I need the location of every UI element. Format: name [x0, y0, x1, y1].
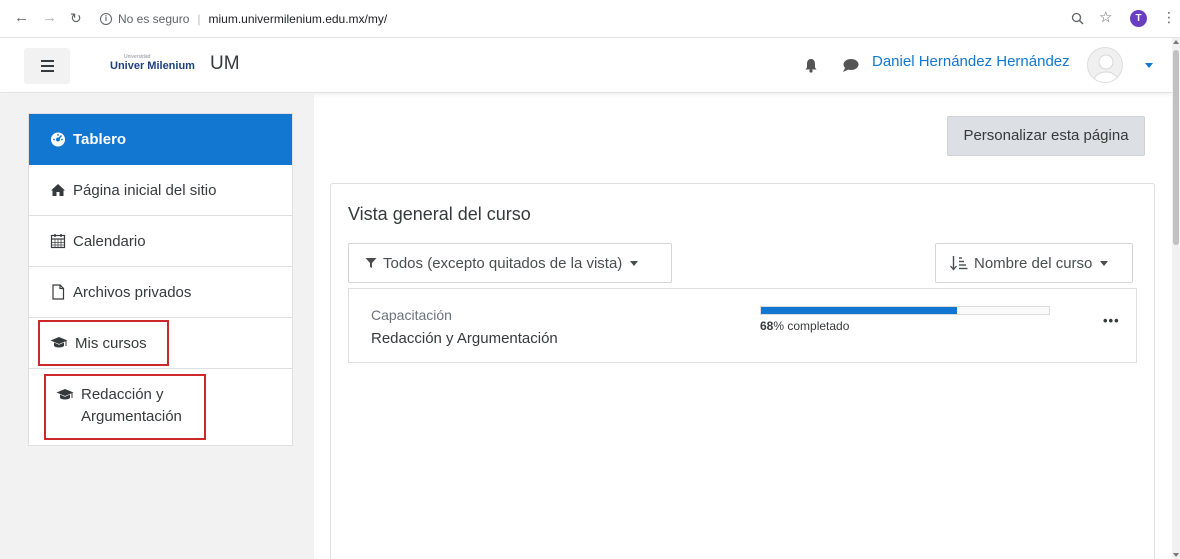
chevron-down-icon [1100, 260, 1109, 266]
drawer-item-private-files[interactable]: Archivos privados [29, 267, 292, 318]
hamburger-bar [41, 65, 54, 67]
dashboard-icon [51, 132, 65, 147]
user-avatar[interactable] [1087, 47, 1123, 83]
home-icon [51, 184, 65, 196]
browser-profile-avatar[interactable]: T [1130, 10, 1147, 27]
scroll-down-icon[interactable] [1173, 553, 1179, 557]
highlight-box [38, 320, 169, 366]
chevron-down-icon [630, 260, 639, 266]
scroll-up-icon[interactable] [1173, 40, 1179, 44]
address-separator: | [197, 12, 201, 26]
course-overview-title: Vista general del curso [348, 204, 531, 224]
hamburger-bar [41, 70, 54, 72]
user-menu-caret-icon[interactable] [1145, 63, 1153, 68]
filter-label: Todos (excepto quitados de la vista) [383, 254, 623, 272]
drawer-item-home[interactable]: Página inicial del sitio [29, 165, 292, 216]
grouping-filter-dropdown[interactable]: Todos (excepto quitados de la vista) [348, 243, 672, 283]
customize-page-button[interactable]: Personalizar esta página [947, 116, 1145, 156]
course-category: Capacitación [371, 307, 452, 323]
calendar-icon [50, 234, 66, 249]
filter-icon [365, 258, 377, 268]
info-icon[interactable]: i [100, 13, 112, 25]
drawer-item-calendar[interactable]: Calendario [29, 216, 292, 267]
address-bar[interactable]: i No es seguro | mium.univermilenium.edu… [100, 8, 387, 30]
drawer-item-label: Página inicial del sitio [73, 181, 217, 199]
drawer-toggle-button[interactable] [24, 48, 70, 84]
drawer-item-label: Tablero [73, 130, 127, 148]
url-text: mium.univermilenium.edu.mx/my/ [208, 12, 388, 26]
course-progress-text: 68% completado [760, 319, 849, 333]
course-name-link[interactable]: Redacción y Argumentación [371, 330, 558, 347]
site-logo[interactable]: Universidad Univer Milenium [110, 54, 198, 76]
file-icon [52, 284, 65, 300]
hamburger-bar [41, 60, 54, 62]
highlight-box [44, 374, 206, 440]
drawer-item-dashboard[interactable]: Tablero [29, 114, 292, 165]
user-name[interactable]: Daniel Hernández Hernández [872, 53, 1070, 70]
sort-dropdown[interactable]: Nombre del curso [935, 243, 1133, 283]
more-actions-icon[interactable]: ••• [1103, 314, 1120, 327]
security-label: No es seguro [118, 12, 190, 26]
drawer-item-label: Archivos privados [73, 283, 192, 301]
sort-icon [950, 256, 968, 271]
progress-percent-value: 68 [760, 319, 774, 333]
zoom-icon[interactable] [1071, 12, 1084, 25]
bookmark-star-icon[interactable]: ☆ [1099, 8, 1112, 26]
reload-icon[interactable]: ↻ [70, 9, 82, 27]
site-name[interactable]: UM [210, 53, 240, 75]
page-scrollbar[interactable] [1172, 38, 1180, 559]
bell-icon[interactable] [804, 58, 818, 73]
course-progress-bar [760, 306, 1050, 315]
drawer-item-label: Calendario [73, 232, 146, 250]
chat-icon[interactable] [842, 58, 859, 73]
progress-suffix: % completado [773, 319, 850, 333]
forward-icon[interactable]: → [42, 9, 57, 27]
scrollbar-thumb[interactable] [1173, 50, 1179, 245]
back-icon[interactable]: ← [14, 9, 29, 27]
browser-toolbar: ← → ↻ i No es seguro | mium.univermileni… [0, 0, 1180, 38]
course-list-item[interactable]: Capacitación Redacción y Argumentación 6… [348, 288, 1137, 363]
sort-label: Nombre del curso [974, 254, 1093, 272]
user-silhouette-icon [1093, 54, 1119, 82]
course-progress-fill [761, 307, 957, 314]
logo-text: Univer Milenium [110, 60, 195, 72]
site-navbar: Universidad Univer Milenium UM Daniel He… [0, 38, 1172, 93]
browser-menu-icon[interactable]: ⋮ [1162, 9, 1176, 26]
course-overview-card [330, 183, 1155, 559]
